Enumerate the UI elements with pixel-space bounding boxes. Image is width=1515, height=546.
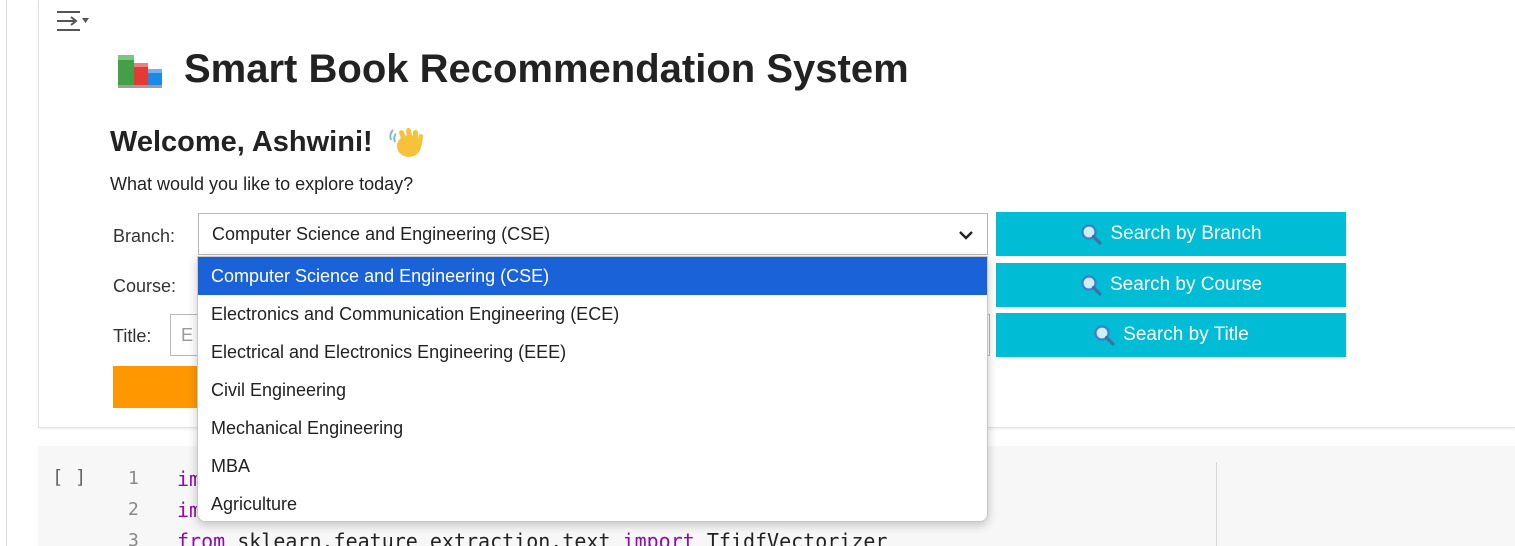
books-icon	[118, 55, 162, 88]
course-label: Course:	[113, 276, 177, 296]
title-label: Title:	[113, 326, 152, 346]
search-by-branch-button[interactable]: Search by Branch	[996, 212, 1346, 256]
search-by-title-label: Search by Title	[1123, 324, 1249, 345]
welcome-row: Welcome, Ashwini!	[110, 124, 427, 160]
dropdown-option[interactable]: Electrical and Electronics Engineering (…	[198, 333, 987, 371]
code-cell-divider	[1216, 462, 1217, 546]
dropdown-option[interactable]: Agriculture	[198, 485, 987, 521]
magnifier-icon	[1094, 325, 1115, 346]
dropdown-option[interactable]: Civil Engineering	[198, 371, 987, 409]
branch-select[interactable]: Computer Science and Engineering (CSE)	[198, 213, 988, 255]
cell-run-indicator[interactable]: [ ]	[52, 466, 86, 488]
app-title-row: Smart Book Recommendation System	[116, 44, 909, 94]
magnifier-icon	[1081, 224, 1103, 245]
chevron-down-icon	[959, 231, 973, 240]
code-line[interactable]: from sklearn.feature_extraction.text imp…	[177, 529, 887, 546]
notebook-left-border	[6, 0, 7, 546]
line-number: 3	[128, 530, 139, 546]
branch-dropdown-list: Computer Science and Engineering (CSE) E…	[197, 256, 988, 522]
app-title: Smart Book Recommendation System	[184, 46, 909, 91]
line-number: 2	[128, 499, 139, 520]
dropdown-option[interactable]: MBA	[198, 447, 987, 485]
branch-label: Branch:	[113, 226, 176, 246]
dropdown-option[interactable]: Mechanical Engineering	[198, 409, 987, 447]
output-toggle-icon[interactable]	[54, 8, 94, 38]
search-by-branch-label: Search by Branch	[1110, 223, 1262, 244]
welcome-heading: Welcome, Ashwini!	[110, 125, 373, 158]
dropdown-option[interactable]: Computer Science and Engineering (CSE)	[198, 257, 987, 295]
search-by-title-button[interactable]: Search by Title	[996, 313, 1346, 357]
search-by-course-button[interactable]: Search by Course	[996, 263, 1346, 307]
welcome-subtitle: What would you like to explore today?	[110, 174, 414, 194]
search-by-course-label: Search by Course	[1109, 274, 1263, 295]
waving-hand-icon	[389, 127, 423, 157]
notebook-page: Smart Book Recommendation System Welcome…	[0, 0, 1515, 546]
dropdown-option[interactable]: Electronics and Communication Engineerin…	[198, 295, 987, 333]
magnifier-icon	[1081, 275, 1102, 296]
line-number: 1	[128, 468, 139, 489]
branch-select-value: Computer Science and Engineering (CSE)	[212, 223, 551, 244]
